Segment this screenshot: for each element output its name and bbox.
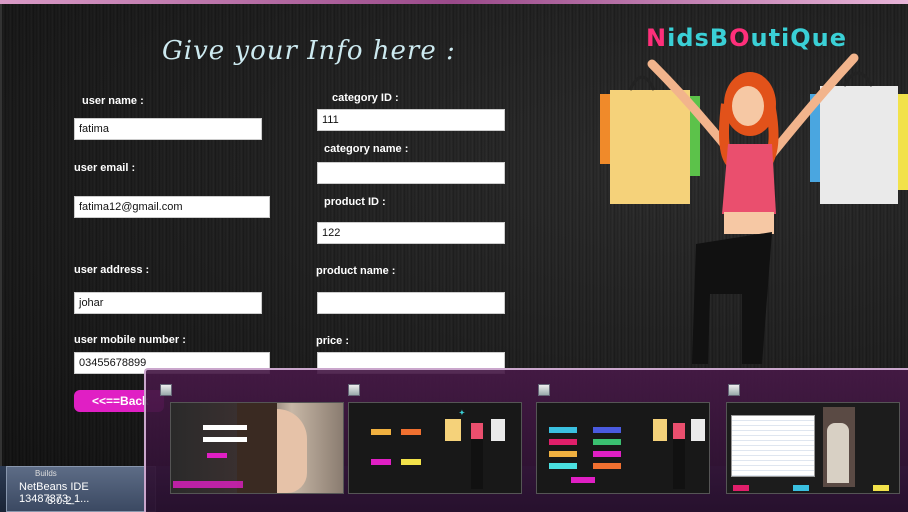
window-switcher: ✦: [144, 368, 908, 512]
taskbar-small-label: Builds: [35, 469, 57, 478]
price-label: price :: [316, 335, 350, 347]
thumbnail-category-window[interactable]: ✦: [348, 402, 522, 494]
product-id-field[interactable]: 122: [317, 222, 505, 244]
user-mobile-label: user mobile number :: [74, 334, 186, 346]
thumbnail-table-window[interactable]: [726, 402, 900, 494]
desktop: Give your Info here : NidsBOutiQue user …: [0, 0, 908, 512]
user-name-label: user name :: [82, 95, 144, 107]
category-name-label: category name :: [324, 143, 409, 155]
java-app-icon: [160, 384, 172, 396]
taskbar-app-title: NetBeans IDE 13487373_1...: [19, 481, 90, 505]
thumbnail-login-window[interactable]: [170, 402, 344, 494]
java-app-icon: [348, 384, 360, 396]
girl-face: [732, 86, 764, 126]
taskbar-app-version: 8.0.2: [47, 495, 72, 507]
product-name-label: product name :: [316, 265, 396, 277]
boutique-logo: NidsBOutiQue: [646, 24, 847, 52]
category-name-field[interactable]: [317, 162, 505, 184]
thumbnail-products-window[interactable]: [536, 402, 710, 494]
user-email-label: user email :: [74, 162, 136, 174]
white-bag: [820, 86, 898, 204]
thumb-hair: [237, 403, 277, 493]
girl-top: [722, 144, 776, 214]
user-email-field[interactable]: fatima12@gmail.com: [74, 196, 270, 218]
user-address-label: user address :: [74, 264, 150, 276]
yellow-bag: [610, 90, 690, 204]
girl-pants: [692, 232, 772, 364]
logo-text-2: utiQue: [750, 24, 848, 52]
user-name-field[interactable]: fatima: [74, 118, 262, 140]
category-id-label: category ID :: [332, 92, 399, 104]
user-address-field[interactable]: johar: [74, 292, 262, 314]
logo-text-1: idsB: [667, 24, 730, 52]
product-id-label: product ID :: [324, 196, 386, 208]
logo-letter-o: O: [729, 24, 751, 52]
category-id-field[interactable]: 111: [317, 109, 505, 131]
java-app-icon: [538, 384, 550, 396]
thumb-table: [731, 415, 815, 477]
product-name-field[interactable]: [317, 292, 505, 314]
shopping-girl-illustration: [600, 53, 908, 364]
logo-letter-n: N: [646, 24, 668, 52]
form-title: Give your Info here :: [162, 36, 456, 66]
taskbar-netbeans-button[interactable]: Builds NetBeans IDE 13487373_1... 8.0.2: [6, 466, 156, 512]
java-app-icon: [728, 384, 740, 396]
